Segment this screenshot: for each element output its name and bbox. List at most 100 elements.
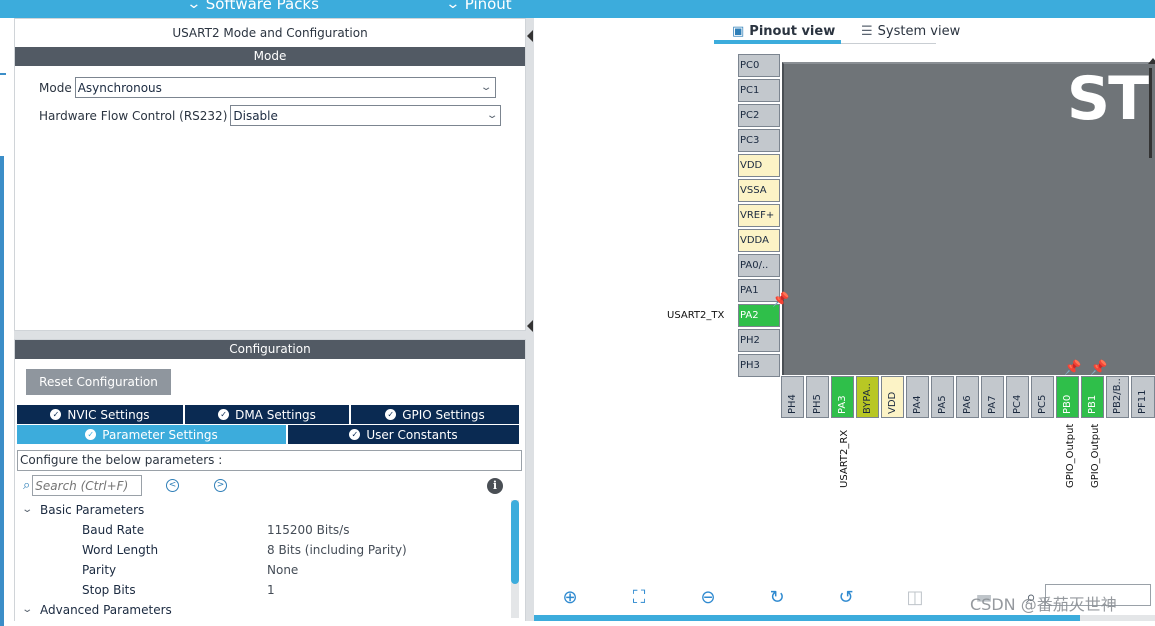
edge-tick	[0, 73, 6, 75]
edge-bar	[0, 156, 4, 626]
mode-value: Asynchronous	[77, 80, 162, 95]
pin-bypass[interactable]: BYPA..	[856, 376, 879, 418]
horizontal-splitter[interactable]	[14, 331, 526, 339]
previous-match-icon[interactable]: <	[166, 479, 179, 492]
scroll-track	[1149, 68, 1152, 158]
search-icon: ⌕	[23, 478, 31, 493]
mode-panel: USART2 Mode and Configuration Mode	[14, 18, 526, 331]
parameter-tree: ⌄ Basic Parameters Baud Rate 115200 Bits…	[17, 500, 509, 621]
pin-label: PB2/B..	[1112, 378, 1123, 414]
pin-label: PB0	[1062, 394, 1073, 414]
check-circle-icon: ✓	[218, 409, 230, 420]
pin-pa4[interactable]: PA4	[906, 376, 929, 418]
horizontal-scrollbar[interactable]	[534, 615, 1155, 621]
active-tab-indicator	[714, 40, 841, 44]
pin-vdd[interactable]: VDD	[738, 154, 780, 177]
pin-pc5[interactable]: PC5	[1031, 376, 1054, 418]
tab-parameter-settings[interactable]: ✓ Parameter Settings	[17, 425, 288, 444]
tab-user-constants[interactable]: ✓ User Constants	[288, 425, 519, 444]
tab-label: Pinout view	[749, 24, 836, 39]
pin-label: PA5	[937, 395, 948, 414]
pin-label: PH5	[812, 394, 823, 414]
info-icon[interactable]: i	[487, 478, 503, 494]
parameter-scrollbar[interactable]	[511, 500, 519, 618]
group-basic-parameters[interactable]: ⌄ Basic Parameters	[17, 500, 507, 520]
tab-gpio-settings[interactable]: ✓ GPIO Settings	[351, 405, 519, 424]
pin-label: PC5	[1037, 394, 1048, 414]
param-name: Stop Bits	[82, 583, 136, 597]
pin-pb2[interactable]: PB2/B..	[1106, 376, 1129, 418]
collapse-left-icon[interactable]	[527, 30, 533, 42]
pin-pa3[interactable]: PA3	[831, 376, 854, 418]
pin-label: PA4	[912, 395, 923, 414]
fit-screen-icon[interactable]: ⛶	[628, 587, 650, 609]
pin-vssa[interactable]: VSSA	[738, 179, 780, 202]
param-row-stop-bits[interactable]: Stop Bits 1	[17, 580, 507, 600]
pin-pa5[interactable]: PA5	[931, 376, 954, 418]
group-advanced-parameters[interactable]: ⌄ Advanced Parameters	[17, 600, 507, 620]
pin-ph2[interactable]: PH2	[738, 329, 780, 352]
pin-pa7[interactable]: PA7	[981, 376, 1004, 418]
scrollbar-thumb[interactable]	[534, 615, 1080, 621]
hwflow-value: Disable	[233, 108, 278, 123]
pin-ph5[interactable]: PH5	[806, 376, 829, 418]
check-circle-icon: ✓	[50, 409, 62, 420]
next-match-icon[interactable]: >	[214, 479, 227, 492]
pin-ph3[interactable]: PH3	[738, 354, 780, 377]
tab-system-view[interactable]: ☰ System view	[861, 24, 960, 39]
group-label: Advanced Parameters	[40, 603, 172, 617]
pushpin-icon: 📌	[1090, 360, 1108, 376]
pin-vdda[interactable]: VDDA	[738, 229, 780, 252]
chevron-down-icon: ⌄	[445, 0, 461, 12]
flip-horizontal-icon[interactable]: ◫	[904, 587, 926, 609]
reset-configuration-button[interactable]: Reset Configuration	[26, 369, 171, 395]
pinout-menu[interactable]: ⌄ Pinout	[445, 0, 512, 13]
pushpin-icon: 📌	[772, 292, 790, 308]
param-row-parity[interactable]: Parity None	[17, 560, 507, 580]
pin-pc3[interactable]: PC3	[738, 129, 780, 152]
param-row-baud-rate[interactable]: Baud Rate 115200 Bits/s	[17, 520, 507, 540]
search-input[interactable]	[32, 475, 143, 496]
check-circle-icon: ✓	[349, 429, 361, 440]
pin-pc1[interactable]: PC1	[738, 79, 780, 102]
pin-pc2[interactable]: PC2	[738, 104, 780, 127]
pin-vref[interactable]: VREF+	[738, 204, 780, 227]
tab-nvic-settings[interactable]: ✓ NVIC Settings	[17, 405, 185, 424]
top-menu-bar: ⌄ Software Packs ⌄ Pinout	[0, 0, 1155, 18]
pin-vdd-bottom[interactable]: VDD	[881, 376, 904, 418]
panel-title: USART2 Mode and Configuration	[172, 26, 368, 40]
pin-pa0[interactable]: PA0/..	[738, 254, 780, 277]
mode-select[interactable]: Asynchronous ⌄	[74, 77, 496, 98]
pin-label: PH4	[787, 394, 798, 414]
scroll-up-icon[interactable]	[1148, 58, 1155, 64]
param-name: Word Length	[82, 543, 159, 557]
param-row-word-length[interactable]: Word Length 8 Bits (including Parity)	[17, 540, 507, 560]
settings-tabs-row2: ✓ Parameter Settings ✓ User Constants	[17, 425, 519, 444]
pin-pb0[interactable]: PB0	[1056, 376, 1079, 418]
vertical-splitter[interactable]	[526, 18, 534, 621]
tab-dma-settings[interactable]: ✓ DMA Settings	[185, 405, 351, 424]
tab-label: User Constants	[366, 427, 458, 442]
zoom-out-icon[interactable]: ⊖	[697, 587, 719, 609]
pin-pf11[interactable]: PF11	[1131, 376, 1155, 418]
pin-pb1[interactable]: PB1	[1081, 376, 1104, 418]
pin-pc4[interactable]: PC4	[1006, 376, 1029, 418]
zoom-in-icon[interactable]: ⊕	[559, 587, 581, 609]
rotate-right-icon[interactable]: ↻	[766, 587, 788, 609]
pinout-label: Pinout	[464, 0, 512, 13]
hwflow-select[interactable]: Disable ⌄	[230, 105, 502, 126]
mcu-chip: ST	[782, 62, 1155, 375]
tab-label: GPIO Settings	[402, 407, 485, 422]
pin-pc0[interactable]: PC0	[738, 54, 780, 77]
pin-label: PA3	[837, 395, 848, 414]
scrollbar-thumb[interactable]	[511, 500, 519, 584]
hwflow-row: Hardware Flow Control (RS232) Disable ⌄	[25, 105, 502, 126]
tab-pinout-view[interactable]: ▣ Pinout view	[732, 24, 835, 39]
tab-label: NVIC Settings	[67, 407, 150, 422]
pin-pa6[interactable]: PA6	[956, 376, 979, 418]
pin-ph4[interactable]: PH4	[781, 376, 804, 418]
rotate-left-icon[interactable]: ↺	[835, 587, 857, 609]
software-packs-menu[interactable]: ⌄ Software Packs	[186, 0, 319, 13]
collapse-left-icon[interactable]	[527, 320, 533, 332]
chevron-down-icon: ⌄	[186, 0, 202, 12]
